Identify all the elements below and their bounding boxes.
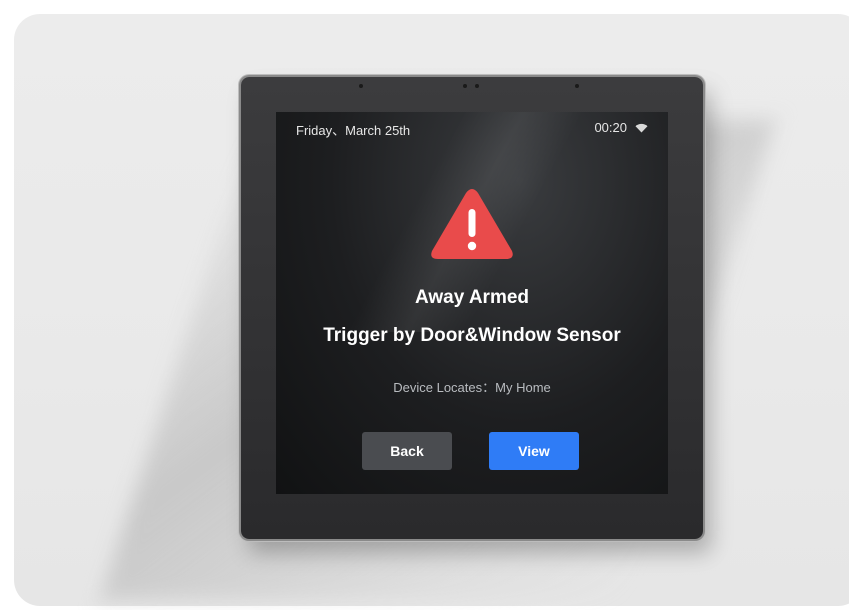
view-button[interactable]: View xyxy=(489,432,579,470)
status-bar: Friday、March 25th 00:20 xyxy=(296,120,648,138)
back-button[interactable]: Back xyxy=(362,432,452,470)
sensor-dot xyxy=(359,84,363,88)
status-date: Friday、March 25th xyxy=(296,123,411,138)
smart-panel-device: Friday、March 25th 00:20 Away Armed Trigg… xyxy=(241,77,703,539)
device-location: Device Locates：My Home xyxy=(393,380,551,395)
status-time: 00:20 xyxy=(594,120,627,135)
warning-triangle-icon xyxy=(430,187,514,261)
camera-dot xyxy=(463,84,467,88)
panel-screen: Friday、March 25th 00:20 Away Armed Trigg… xyxy=(276,112,668,494)
alert-title: Away Armed xyxy=(414,287,530,308)
alert-subtitle: Trigger by Door&Window Sensor xyxy=(323,325,621,346)
wifi-icon xyxy=(635,123,648,133)
sensor-dot xyxy=(575,84,579,88)
camera-dot xyxy=(475,84,479,88)
status-right: 00:20 xyxy=(594,120,648,135)
